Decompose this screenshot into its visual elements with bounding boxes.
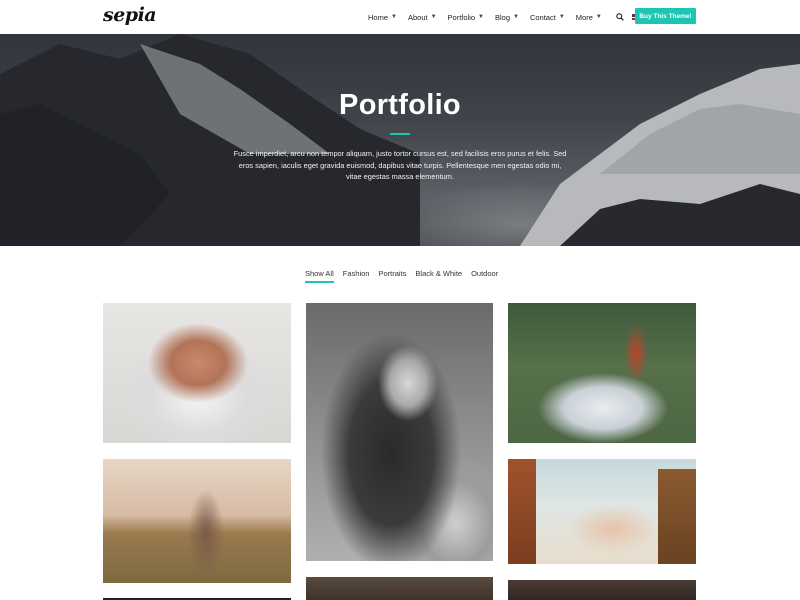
filter-black-white[interactable]: Black & White xyxy=(415,269,462,283)
nav-item-label: Home xyxy=(368,12,389,22)
buy-theme-button[interactable]: Buy This Theme! xyxy=(635,8,696,24)
nav-item-blog[interactable]: Blog ▼ xyxy=(495,13,519,22)
portfolio-item-bw-woman-portrait[interactable] xyxy=(306,303,493,561)
portfolio-item-old-man-portrait[interactable] xyxy=(103,303,291,443)
portfolio-filters: Show All Fashion Portraits Black & White… xyxy=(305,269,507,283)
chevron-down-icon: ▼ xyxy=(558,14,565,20)
portfolio-item-woman-windmill[interactable] xyxy=(103,459,291,583)
nav-item-portfolio[interactable]: Portfolio ▼ xyxy=(448,13,484,22)
chevron-down-icon: ▼ xyxy=(478,14,484,20)
hero-banner: Portfolio Fusce imperdiet, arcu non temp… xyxy=(0,34,800,246)
search-icon[interactable] xyxy=(615,12,625,22)
chevron-down-icon: ▼ xyxy=(513,14,519,20)
nav-item-more[interactable]: More ▼ xyxy=(576,13,602,22)
portfolio-item-woman-on-bench[interactable] xyxy=(508,459,696,564)
nav-item-contact[interactable]: Contact ▼ xyxy=(530,13,565,22)
portfolio-item-woman-in-gown-forest[interactable] xyxy=(508,303,696,443)
nav-item-about[interactable]: About ▼ xyxy=(408,13,437,22)
chevron-down-icon: ▼ xyxy=(430,14,437,20)
chevron-down-icon: ▼ xyxy=(595,14,602,20)
title-divider xyxy=(390,133,410,135)
site-header: sepia Home ▼ About ▼ Portfolio ▼ Blog ▼ … xyxy=(0,0,800,34)
nav-item-label: Contact xyxy=(529,12,556,22)
nav-item-label: More xyxy=(575,12,593,22)
chevron-down-icon: ▼ xyxy=(391,14,397,20)
nav-item-label: About xyxy=(407,12,428,22)
main-nav: Home ▼ About ▼ Portfolio ▼ Blog ▼ Contac… xyxy=(368,0,652,34)
hero-description: Fusce imperdiet, arcu non tempor aliquam… xyxy=(233,149,567,181)
mountain-backdrop xyxy=(0,34,800,246)
filter-show-all[interactable]: Show All xyxy=(305,269,334,283)
portfolio-item-partial[interactable] xyxy=(306,577,493,600)
nav-item-label: Portfolio xyxy=(447,12,476,22)
site-logo[interactable]: sepia xyxy=(103,4,157,26)
nav-item-home[interactable]: Home ▼ xyxy=(368,13,397,22)
filter-portraits[interactable]: Portraits xyxy=(378,269,406,283)
nav-item-label: Blog xyxy=(495,12,511,22)
page-title: Portfolio xyxy=(339,89,461,121)
portfolio-item-partial[interactable] xyxy=(508,580,696,600)
filter-fashion[interactable]: Fashion xyxy=(343,269,370,283)
filter-outdoor[interactable]: Outdoor xyxy=(471,269,498,283)
